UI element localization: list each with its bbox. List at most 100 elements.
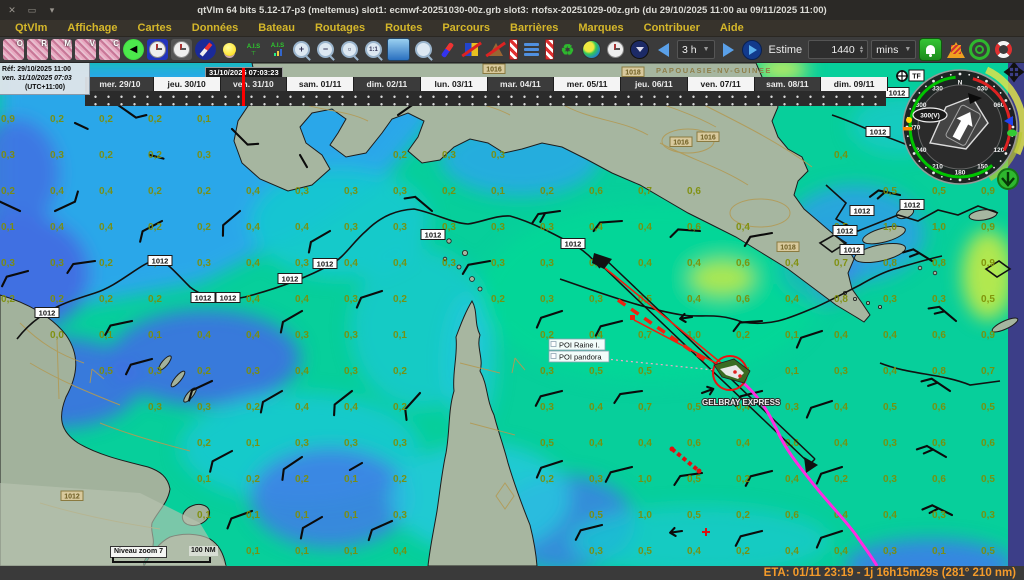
svg-text:0,2: 0,2 (393, 366, 407, 377)
measure-button[interactable] (437, 39, 458, 60)
hide-routes-button[interactable] (461, 39, 482, 60)
mob-button[interactable] (993, 39, 1014, 60)
svg-text:0,6: 0,6 (981, 438, 995, 449)
svg-text:0,4: 0,4 (785, 294, 799, 305)
svg-text:0,5: 0,5 (589, 366, 603, 377)
menu-item-barrières[interactable]: Barrières (501, 22, 567, 34)
svg-text:0,3: 0,3 (50, 150, 64, 161)
zoom-out-button[interactable]: − (315, 39, 336, 60)
svg-text:0,4: 0,4 (344, 402, 358, 413)
svg-text:0,3: 0,3 (540, 222, 554, 233)
svg-text:0,4: 0,4 (687, 294, 701, 305)
svg-text:0,3: 0,3 (295, 438, 309, 449)
grib-display-button[interactable] (387, 38, 410, 61)
menu-item-qtvlm[interactable]: QtVlm (6, 22, 56, 34)
menu-item-affichage[interactable]: Affichage (58, 22, 126, 34)
menu-item-aide[interactable]: Aide (711, 22, 753, 34)
menu-item-marques[interactable]: Marques (569, 22, 632, 34)
zoom-in-button[interactable]: + (291, 39, 312, 60)
warning-button[interactable] (945, 39, 966, 60)
svg-text:0,4: 0,4 (393, 258, 407, 269)
svg-text:0,3: 0,3 (932, 294, 946, 305)
ais-list-button[interactable]: A.I.S (267, 39, 288, 60)
svg-text:1012: 1012 (904, 201, 921, 210)
chart-button-c[interactable]: C (99, 39, 120, 60)
svg-text:0,1: 0,1 (99, 330, 113, 341)
search-button[interactable] (413, 39, 434, 60)
weather-map-canvas[interactable]: 0,90,20,20,20,10,30,30,20,20,30,20,30,30… (0, 63, 1024, 566)
estime-duration-input[interactable]: 1440▲▼ (808, 40, 868, 59)
barrier-separator-icon (509, 39, 518, 60)
menu-item-données[interactable]: Données (183, 22, 247, 34)
svg-text:0,4: 0,4 (344, 258, 358, 269)
barrier-separator-icon (545, 39, 554, 60)
route-point-marker[interactable] (630, 315, 635, 320)
poi-pandora[interactable]: POI pandora (549, 351, 609, 362)
menu-item-parcours[interactable]: Parcours (433, 22, 499, 34)
clock-gray-icon[interactable] (171, 39, 192, 60)
svg-text:1012: 1012 (39, 309, 56, 318)
svg-text:0,3: 0,3 (981, 510, 995, 521)
simulation-button[interactable] (629, 39, 650, 60)
svg-text:0,3: 0,3 (295, 330, 309, 341)
menu-item-routes[interactable]: Routes (376, 22, 431, 34)
chart-map[interactable]: 0,90,20,20,20,10,30,30,20,20,30,20,30,30… (0, 63, 1024, 566)
time-button[interactable] (605, 39, 626, 60)
spinner-arrows-icon[interactable]: ▲▼ (859, 46, 864, 54)
play-animation-button[interactable] (742, 39, 763, 60)
gribinfo-bulb-button[interactable] (219, 39, 240, 60)
estime-unit-select[interactable]: mins▼ (871, 40, 916, 59)
svg-text:1018: 1018 (625, 70, 641, 77)
target-button[interactable] (969, 39, 990, 60)
compass-rose[interactable]: N030060120150180210240270300330 300(V) (903, 70, 1023, 184)
chart-button-r[interactable]: R (27, 39, 48, 60)
svg-text:1012: 1012 (870, 128, 887, 137)
svg-text:0,5: 0,5 (981, 402, 995, 413)
menu-item-contribuer[interactable]: Contribuer (635, 22, 709, 34)
clock-blue-icon[interactable] (147, 39, 168, 60)
svg-text:0,2: 0,2 (148, 186, 162, 197)
svg-text:0,3: 0,3 (50, 258, 64, 269)
grib-back-button[interactable]: ◀ (123, 39, 144, 60)
alarms-button[interactable] (919, 38, 942, 61)
tf-waypoint[interactable]: TF (896, 70, 924, 82)
svg-text:330: 330 (932, 85, 943, 92)
svg-text:0,1: 0,1 (491, 186, 505, 197)
chart-button-m[interactable]: M (51, 39, 72, 60)
window-control-0[interactable]: ✕ (6, 5, 18, 16)
menu-item-cartes[interactable]: Cartes (129, 22, 181, 34)
chart-button-o[interactable]: O (3, 39, 24, 60)
refresh-grib-button[interactable]: ♻ (557, 39, 578, 60)
svg-text:0,2: 0,2 (148, 114, 162, 125)
svg-text:1,0: 1,0 (883, 222, 897, 233)
zoom-select-icon: ▫ (341, 41, 358, 58)
segment-endpoint (670, 447, 675, 452)
center-boat-button[interactable] (998, 169, 1018, 189)
svg-text:0,1: 0,1 (295, 546, 309, 557)
ais-targets-button[interactable]: A.I.S┬ (243, 39, 264, 60)
svg-text:0,3: 0,3 (883, 546, 897, 557)
window-control-1[interactable]: ▭ (26, 5, 38, 16)
time-step-select[interactable]: 3 h▼ (677, 40, 715, 59)
poi-raine[interactable]: POI Raine I. (549, 339, 605, 350)
svg-text:0,6: 0,6 (736, 294, 750, 305)
boat-name-label[interactable]: GELBRAY EXPRESS (702, 398, 781, 407)
time-step-forward-button[interactable] (718, 39, 739, 60)
barriers-button[interactable] (521, 39, 542, 60)
menu-item-routages[interactable]: Routages (306, 22, 374, 34)
chart-button-v[interactable]: V (75, 39, 96, 60)
weather-routing-button[interactable] (581, 39, 602, 60)
svg-text:0,5: 0,5 (638, 546, 652, 557)
svg-text:0,4: 0,4 (638, 258, 652, 269)
segment-endpoint (697, 469, 702, 474)
menu-item-bateau[interactable]: Bateau (249, 22, 304, 34)
hide-marks-button[interactable] (485, 39, 506, 60)
zoom-select-button[interactable]: ▫ (339, 39, 360, 60)
time-step-back-button[interactable] (653, 39, 674, 60)
zoom-actual-button[interactable]: 1:1 (363, 39, 384, 60)
svg-text:0,3: 0,3 (246, 366, 260, 377)
window-control-2[interactable]: ▾ (46, 5, 58, 16)
svg-text:0,4: 0,4 (736, 222, 750, 233)
compass-mode-button[interactable] (195, 39, 216, 60)
boat-dot (738, 374, 742, 378)
